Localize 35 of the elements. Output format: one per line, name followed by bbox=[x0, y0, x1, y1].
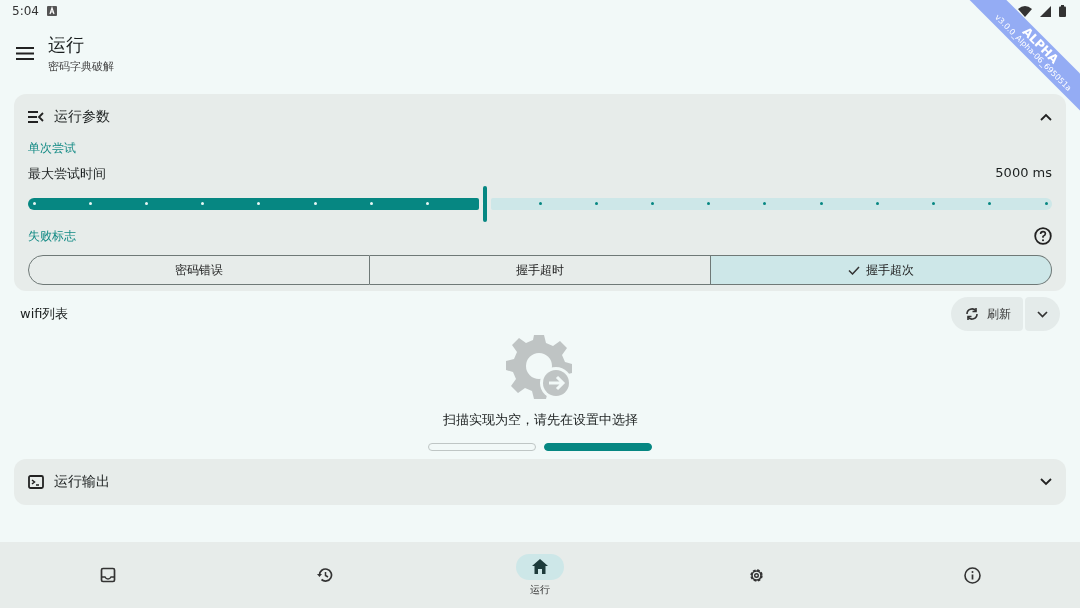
refresh-icon bbox=[965, 307, 979, 321]
battery-icon bbox=[1059, 5, 1066, 17]
settings-icon bbox=[747, 566, 765, 584]
menu-icon[interactable] bbox=[16, 46, 34, 60]
nav-item[interactable]: 运行 bbox=[432, 542, 648, 608]
segment-button[interactable]: 握手超次 bbox=[711, 255, 1052, 285]
refresh-button[interactable]: 刷新 bbox=[951, 297, 1023, 331]
section-label: 单次尝试 bbox=[28, 140, 77, 157]
help-icon[interactable] bbox=[1034, 227, 1052, 245]
notification-icon bbox=[46, 6, 57, 16]
section-title: wifi列表 bbox=[20, 305, 69, 323]
params-panel-header[interactable]: 运行参数 bbox=[28, 94, 1052, 140]
output-panel-header[interactable]: 运行输出 bbox=[14, 459, 1066, 505]
inbox-icon bbox=[100, 567, 116, 583]
section-label: 失败标志 bbox=[28, 227, 76, 245]
segment-button[interactable]: 握手超时 bbox=[370, 255, 711, 285]
dropdown-button[interactable] bbox=[1025, 297, 1060, 331]
gear-arrow-icon bbox=[506, 333, 574, 401]
empty-message: 扫描实现为空，请先在设置中选择 bbox=[442, 411, 638, 429]
app-subtitle: 密码字典破解 bbox=[48, 58, 114, 74]
status-time: 5:04 bbox=[12, 4, 39, 18]
slider-thumb[interactable] bbox=[482, 186, 487, 222]
slider-label: 最大尝试时间 bbox=[28, 165, 106, 183]
info-icon bbox=[963, 566, 981, 584]
signal-icon bbox=[1040, 5, 1051, 17]
app-title: 运行 bbox=[48, 32, 85, 57]
check-icon bbox=[848, 265, 860, 275]
tune-icon bbox=[28, 111, 44, 123]
terminal-icon bbox=[28, 475, 44, 489]
slider-value: 5000 ms bbox=[995, 165, 1052, 182]
home-icon bbox=[532, 559, 548, 574]
wifi-icon bbox=[1018, 5, 1032, 17]
chevron-icon bbox=[1037, 310, 1048, 318]
time-slider[interactable] bbox=[28, 185, 1052, 223]
history-icon bbox=[315, 567, 333, 583]
